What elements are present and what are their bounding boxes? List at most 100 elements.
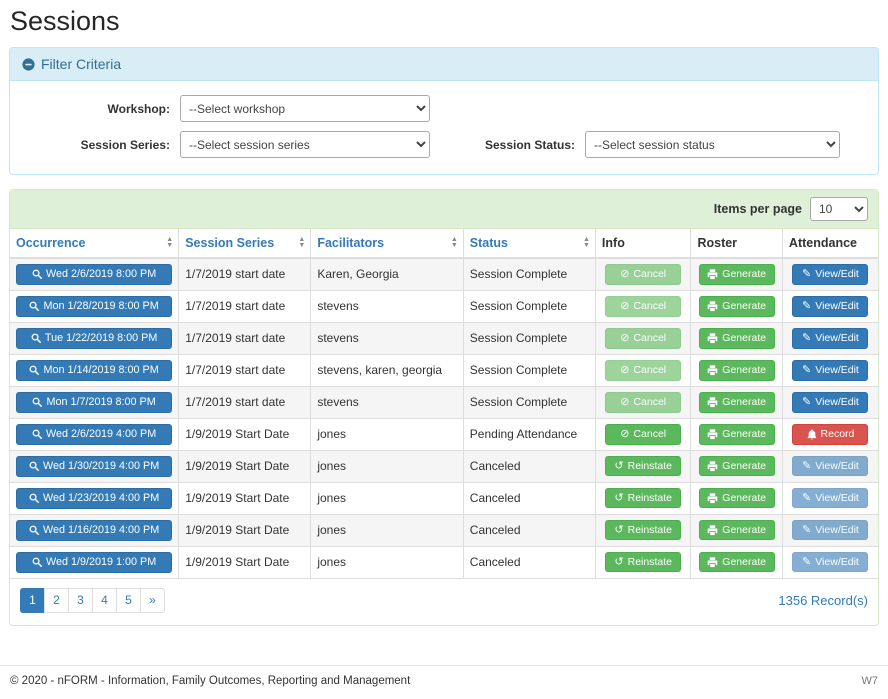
pagination-page-2[interactable]: 2 [44, 588, 69, 613]
view-edit-button[interactable]: ✎View/Edit [792, 456, 868, 477]
occurrence-label: Wed 2/6/2019 8:00 PM [46, 268, 156, 281]
occurrence-label: Wed 1/23/2019 4:00 PM [43, 492, 159, 505]
column-header-facilitators[interactable]: Facilitators▲▼ [311, 229, 463, 258]
cancel-button[interactable]: ⊘Cancel [605, 392, 681, 413]
generate-button[interactable]: Generate [699, 328, 775, 349]
attendance-cell: ✎View/Edit [782, 386, 878, 418]
button-label: View/Edit [815, 332, 859, 345]
button-label: Cancel [633, 428, 666, 441]
view-edit-button[interactable]: ✎View/Edit [792, 296, 868, 317]
attendance-cell: ✎View/Edit [782, 322, 878, 354]
reinstate-button[interactable]: ↺Reinstate [605, 552, 681, 573]
pagination-page-4[interactable]: 4 [92, 588, 117, 613]
info-cell: ↺Reinstate [595, 546, 691, 578]
sort-icon: ▲▼ [451, 237, 458, 249]
filter-criteria-header[interactable]: Filter Criteria [10, 48, 878, 81]
pencil-icon: ✎ [802, 557, 811, 568]
occurrence-button[interactable]: Mon 1/7/2019 8:00 PM [16, 392, 172, 413]
view-edit-button[interactable]: ✎View/Edit [792, 520, 868, 541]
status-cell: Session Complete [463, 322, 595, 354]
pagination-page-1[interactable]: 1 [20, 588, 45, 613]
column-label: Info [602, 236, 625, 250]
cancel-button[interactable]: ⊘Cancel [605, 360, 681, 381]
occurrence-button[interactable]: Mon 1/14/2019 8:00 PM [16, 360, 172, 381]
column-header-status[interactable]: Status▲▼ [463, 229, 595, 258]
occurrence-button[interactable]: Wed 1/30/2019 4:00 PM [16, 456, 172, 477]
cancel-button[interactable]: ⊘Cancel [605, 424, 681, 445]
site-footer: © 2020 - nFORM - Information, Family Out… [0, 665, 888, 699]
record-button[interactable]: Record [792, 424, 868, 445]
view-edit-button[interactable]: ✎View/Edit [792, 392, 868, 413]
attendance-cell: ✎View/Edit [782, 354, 878, 386]
occurrence-cell: Wed 2/6/2019 4:00 PM [10, 418, 179, 450]
roster-cell: Generate [691, 386, 782, 418]
ban-icon: ⊘ [620, 269, 629, 280]
print-icon [707, 397, 718, 408]
info-cell: ⊘Cancel [595, 386, 691, 418]
search-icon [29, 493, 39, 503]
view-edit-button[interactable]: ✎View/Edit [792, 328, 868, 349]
column-header-occurrence[interactable]: Occurrence▲▼ [10, 229, 179, 258]
session-status-label: Session Status: [430, 138, 585, 152]
occurrence-button[interactable]: Mon 1/28/2019 8:00 PM [16, 296, 172, 317]
occurrence-button[interactable]: Tue 1/22/2019 8:00 PM [16, 328, 172, 349]
button-label: Generate [722, 428, 766, 441]
session-series-cell: 1/9/2019 Start Date [179, 450, 311, 482]
pagination-page-3[interactable]: 3 [68, 588, 93, 613]
print-icon [707, 525, 718, 536]
generate-button[interactable]: Generate [699, 296, 775, 317]
reinstate-button[interactable]: ↺Reinstate [605, 520, 681, 541]
view-edit-button[interactable]: ✎View/Edit [792, 360, 868, 381]
view-edit-button[interactable]: ✎View/Edit [792, 264, 868, 285]
session-series-select[interactable]: --Select session series [180, 131, 430, 158]
cancel-button[interactable]: ⊘Cancel [605, 328, 681, 349]
generate-button[interactable]: Generate [699, 424, 775, 445]
cancel-button[interactable]: ⊘Cancel [605, 296, 681, 317]
attendance-cell: ✎View/Edit [782, 258, 878, 290]
occurrence-button[interactable]: Wed 1/9/2019 1:00 PM [16, 552, 172, 573]
generate-button[interactable]: Generate [699, 360, 775, 381]
session-status-select[interactable]: --Select session status [585, 131, 840, 158]
footer-environment-label: W7 [862, 675, 879, 687]
search-icon [32, 397, 42, 407]
button-label: Reinstate [628, 556, 672, 569]
button-label: Reinstate [628, 524, 672, 537]
generate-button[interactable]: Generate [699, 552, 775, 573]
pagination-page-5[interactable]: 5 [116, 588, 141, 613]
ban-icon: ⊘ [620, 365, 629, 376]
occurrence-label: Wed 1/30/2019 4:00 PM [43, 460, 159, 473]
reinstate-button[interactable]: ↺Reinstate [605, 488, 681, 509]
generate-button[interactable]: Generate [699, 264, 775, 285]
items-per-page-select[interactable]: 10 [810, 197, 868, 221]
column-label: Status [470, 236, 508, 250]
generate-button[interactable]: Generate [699, 456, 775, 477]
view-edit-button[interactable]: ✎View/Edit [792, 488, 868, 509]
cancel-button[interactable]: ⊘ Cancel [605, 264, 681, 285]
occurrence-button[interactable]: Wed 1/16/2019 4:00 PM [16, 520, 172, 541]
pagination: 12345» [20, 588, 165, 613]
occurrence-cell: Mon 1/7/2019 8:00 PM [10, 386, 179, 418]
workshop-select[interactable]: --Select workshop [180, 95, 430, 122]
button-label: Cancel [633, 268, 666, 281]
occurrence-label: Wed 1/16/2019 4:00 PM [43, 524, 159, 537]
search-icon [32, 557, 42, 567]
generate-button[interactable]: Generate [699, 520, 775, 541]
occurrence-button[interactable]: Wed 2/6/2019 8:00 PM [16, 264, 172, 285]
filter-body: Workshop: --Select workshop Session Seri… [10, 81, 878, 174]
column-header-session-series[interactable]: Session Series▲▼ [179, 229, 311, 258]
occurrence-cell: Tue 1/22/2019 8:00 PM [10, 322, 179, 354]
reinstate-button[interactable]: ↺Reinstate [605, 456, 681, 477]
collapse-minus-icon[interactable] [22, 58, 35, 71]
roster-cell: Generate [691, 546, 782, 578]
occurrence-cell: Wed 2/6/2019 8:00 PM [10, 258, 179, 290]
view-edit-button[interactable]: ✎View/Edit [792, 552, 868, 573]
occurrence-button[interactable]: Wed 2/6/2019 4:00 PM [16, 424, 172, 445]
occurrence-button[interactable]: Wed 1/23/2019 4:00 PM [16, 488, 172, 509]
generate-button[interactable]: Generate [699, 488, 775, 509]
pagination-next-button[interactable]: » [140, 588, 165, 613]
items-per-page-label: Items per page [714, 202, 802, 216]
button-label: Cancel [633, 396, 666, 409]
pencil-icon: ✎ [802, 493, 811, 504]
generate-button[interactable]: Generate [699, 392, 775, 413]
occurrence-cell: Mon 1/28/2019 8:00 PM [10, 290, 179, 322]
